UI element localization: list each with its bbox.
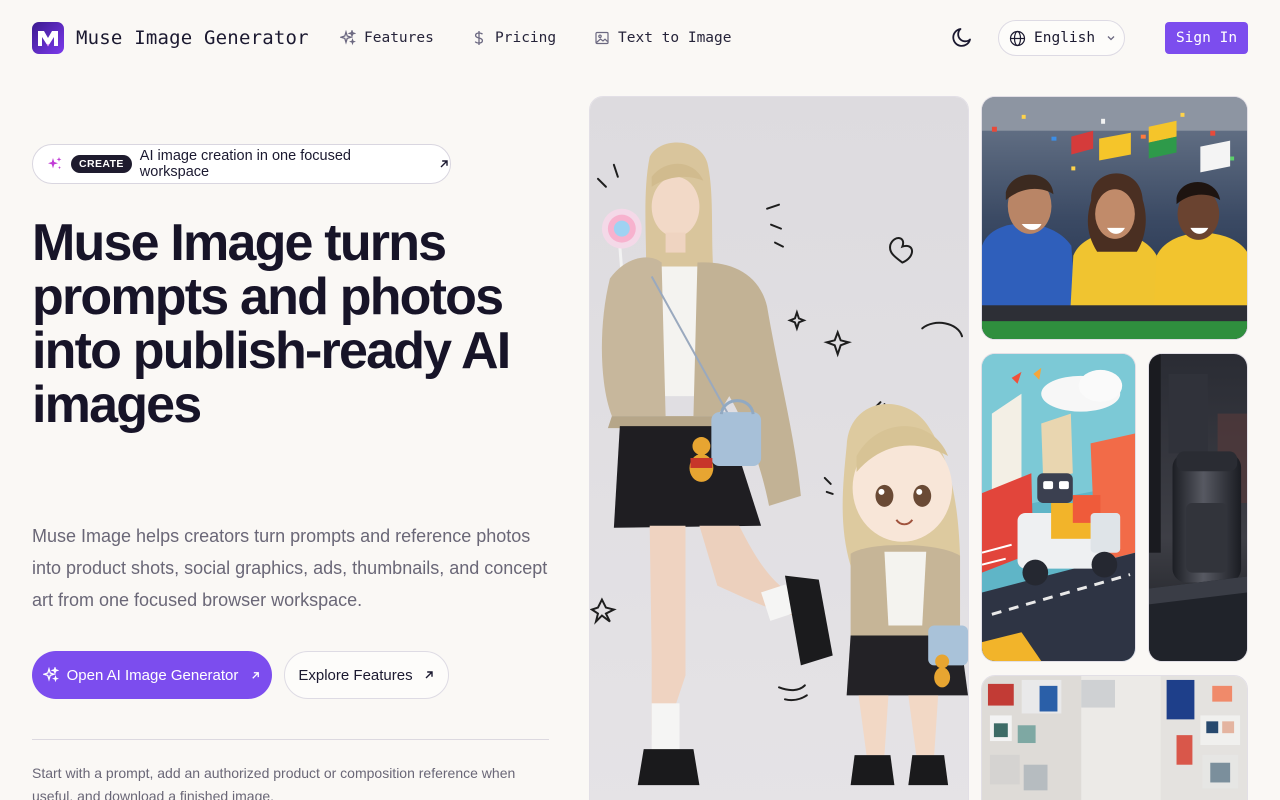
open-generator-label: Open AI Image Generator bbox=[66, 666, 239, 684]
chevron-down-icon bbox=[1105, 32, 1117, 44]
nav-text-to-image[interactable]: Text to Image bbox=[594, 28, 732, 48]
create-badge: CREATE bbox=[71, 155, 132, 173]
language-label: English bbox=[1034, 30, 1096, 46]
nav-features-label: Features bbox=[364, 30, 434, 46]
nav-text-to-image-label: Text to Image bbox=[618, 30, 732, 46]
image-icon bbox=[594, 30, 610, 46]
arrow-up-right-icon bbox=[423, 669, 435, 681]
gallery-main-image bbox=[589, 96, 969, 800]
explore-features-button[interactable]: Explore Features bbox=[284, 651, 449, 699]
site-header: Muse Image Generator Features Pricing Te… bbox=[0, 0, 1280, 76]
pill-text: AI image creation in one focused workspa… bbox=[139, 148, 351, 180]
sign-in-button[interactable]: Sign In bbox=[1165, 22, 1248, 54]
muse-logo-icon[interactable] bbox=[32, 22, 64, 54]
language-select[interactable]: English bbox=[998, 20, 1125, 56]
nav-pricing-label: Pricing bbox=[495, 30, 557, 46]
sparkles-icon bbox=[47, 156, 63, 172]
gallery-jar-image bbox=[1148, 353, 1248, 662]
gallery-robot-image bbox=[981, 353, 1136, 662]
arrow-up-right-icon bbox=[250, 670, 261, 681]
gallery-studio-image bbox=[981, 675, 1248, 800]
dollar-icon bbox=[471, 30, 487, 46]
hero-title: Muse Image turns prompts and photos into… bbox=[32, 214, 511, 434]
nav-pricing[interactable]: Pricing bbox=[471, 28, 556, 48]
sparkles-icon bbox=[42, 667, 59, 683]
open-generator-button[interactable]: Open AI Image Generator bbox=[32, 651, 272, 699]
brand-name[interactable]: Muse Image Generator bbox=[76, 27, 309, 49]
announcement-pill[interactable]: CREATE AI image creation in one focused … bbox=[32, 144, 451, 184]
gallery-fans-image bbox=[981, 96, 1248, 340]
hero-footnote: Start with a prompt, add an authorized p… bbox=[32, 765, 516, 800]
theme-toggle-button[interactable] bbox=[948, 25, 976, 53]
nav-features[interactable]: Features bbox=[340, 28, 434, 48]
explore-features-label: Explore Features bbox=[298, 666, 413, 684]
hero-description: Muse Image helps creators turn prompts a… bbox=[32, 526, 548, 610]
hero-divider bbox=[32, 739, 549, 740]
globe-icon bbox=[1009, 30, 1026, 47]
arrow-up-right-icon bbox=[438, 158, 450, 170]
sparkles-icon bbox=[340, 30, 356, 46]
moon-icon bbox=[950, 25, 974, 54]
